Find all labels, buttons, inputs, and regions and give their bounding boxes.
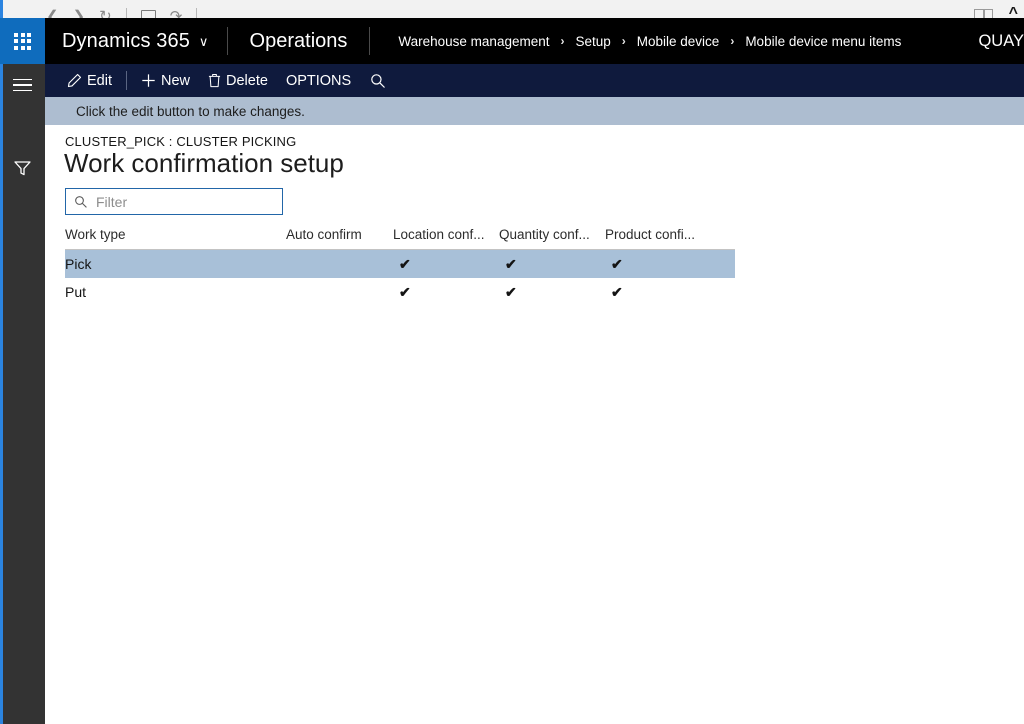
left-navigation-rail <box>0 64 45 724</box>
breadcrumb-item-warehouse-management[interactable]: Warehouse management <box>398 34 549 49</box>
column-header-location-confirm[interactable]: Location conf... <box>393 227 485 242</box>
cell-work-type[interactable]: Pick <box>65 250 91 278</box>
funnel-filter-icon[interactable] <box>0 149 45 187</box>
cell-product-confirm[interactable]: ✔ <box>611 250 623 278</box>
edit-label: Edit <box>87 72 112 89</box>
app-launcher-waffle-icon[interactable] <box>0 18 45 64</box>
module-operations[interactable]: Operations <box>228 18 370 64</box>
browser-right-controls: ^ <box>973 0 1018 18</box>
check-icon: ✔ <box>611 256 623 272</box>
chevron-right-icon-3: › <box>730 34 735 48</box>
edit-button[interactable]: Edit <box>58 64 121 97</box>
options-button[interactable]: OPTIONS <box>277 64 360 97</box>
application-window: ❮ ❯ ↻ ↷ ^ Dynamics 365 ∨ Operations Ware… <box>0 0 1024 724</box>
search-button[interactable] <box>360 64 403 97</box>
delete-button[interactable]: Delete <box>199 64 277 97</box>
hamburger-menu-icon[interactable] <box>0 66 45 104</box>
column-header-work-type[interactable]: Work type <box>65 227 126 242</box>
record-caption: CLUSTER_PICK : CLUSTER PICKING <box>65 134 297 149</box>
check-icon: ✔ <box>399 256 411 272</box>
content-workspace: CLUSTER_PICK : CLUSTER PICKING Work conf… <box>45 125 1024 724</box>
search-icon <box>74 195 88 209</box>
breadcrumb-item-setup[interactable]: Setup <box>575 34 610 49</box>
column-header-product-confirm[interactable]: Product confi... <box>605 227 695 242</box>
company-legal-entity[interactable]: QUAY <box>978 18 1024 64</box>
browser-nav-controls: ❮ ❯ ↻ ↷ <box>0 0 198 18</box>
column-header-quantity-confirm[interactable]: Quantity conf... <box>499 227 590 242</box>
page-title: Work confirmation setup <box>64 148 344 178</box>
table-row[interactable]: Pick ✔ ✔ ✔ <box>65 250 735 278</box>
check-icon: ✔ <box>399 284 411 300</box>
cell-quantity-confirm[interactable]: ✔ <box>505 278 517 306</box>
cell-location-confirm[interactable]: ✔ <box>399 278 411 306</box>
brand-dynamics-365[interactable]: Dynamics 365 ∨ <box>45 18 227 64</box>
waffle-grid <box>14 32 31 50</box>
top-navigation-bar: Dynamics 365 ∨ Operations Warehouse mana… <box>0 18 1024 64</box>
cell-product-confirm[interactable]: ✔ <box>611 278 623 306</box>
new-label: New <box>161 72 191 89</box>
chevron-down-icon: ∨ <box>198 34 209 49</box>
hamburger-lines <box>13 78 32 92</box>
search-icon <box>370 73 386 89</box>
filter-input[interactable] <box>94 192 268 211</box>
new-button[interactable]: New <box>132 64 199 97</box>
cell-work-type[interactable]: Put <box>65 278 86 306</box>
chevron-right-icon: › <box>560 34 565 48</box>
brand-label: Dynamics 365 <box>62 29 190 52</box>
plus-icon <box>141 73 156 88</box>
pencil-icon <box>67 73 82 88</box>
grid-header-row: Work type Auto confirm Location conf... … <box>65 227 735 250</box>
action-pane-toolbar: Edit New Delete OPTIONS <box>45 64 1024 97</box>
message-bar: Click the edit button to make changes. <box>45 97 1024 125</box>
table-row[interactable]: Put ✔ ✔ ✔ <box>65 278 735 306</box>
column-header-auto-confirm[interactable]: Auto confirm <box>286 227 362 242</box>
browser-chrome-strip: ❮ ❯ ↻ ↷ ^ <box>0 0 1024 19</box>
cell-quantity-confirm[interactable]: ✔ <box>505 250 517 278</box>
toolbar-divider <box>126 71 127 90</box>
filter-box[interactable] <box>65 188 283 215</box>
breadcrumb: Warehouse management › Setup › Mobile de… <box>370 18 901 64</box>
cell-location-confirm[interactable]: ✔ <box>399 250 411 278</box>
message-bar-text: Click the edit button to make changes. <box>76 103 305 119</box>
check-icon: ✔ <box>611 284 623 300</box>
check-icon: ✔ <box>505 284 517 300</box>
chevron-right-icon-2: › <box>621 34 626 48</box>
trash-icon <box>208 73 221 88</box>
breadcrumb-item-mobile-device[interactable]: Mobile device <box>637 34 720 49</box>
breadcrumb-item-mobile-device-menu-items[interactable]: Mobile device menu items <box>745 34 901 49</box>
check-icon: ✔ <box>505 256 517 272</box>
work-confirmation-grid: Work type Auto confirm Location conf... … <box>65 227 735 306</box>
delete-label: Delete <box>226 72 268 89</box>
